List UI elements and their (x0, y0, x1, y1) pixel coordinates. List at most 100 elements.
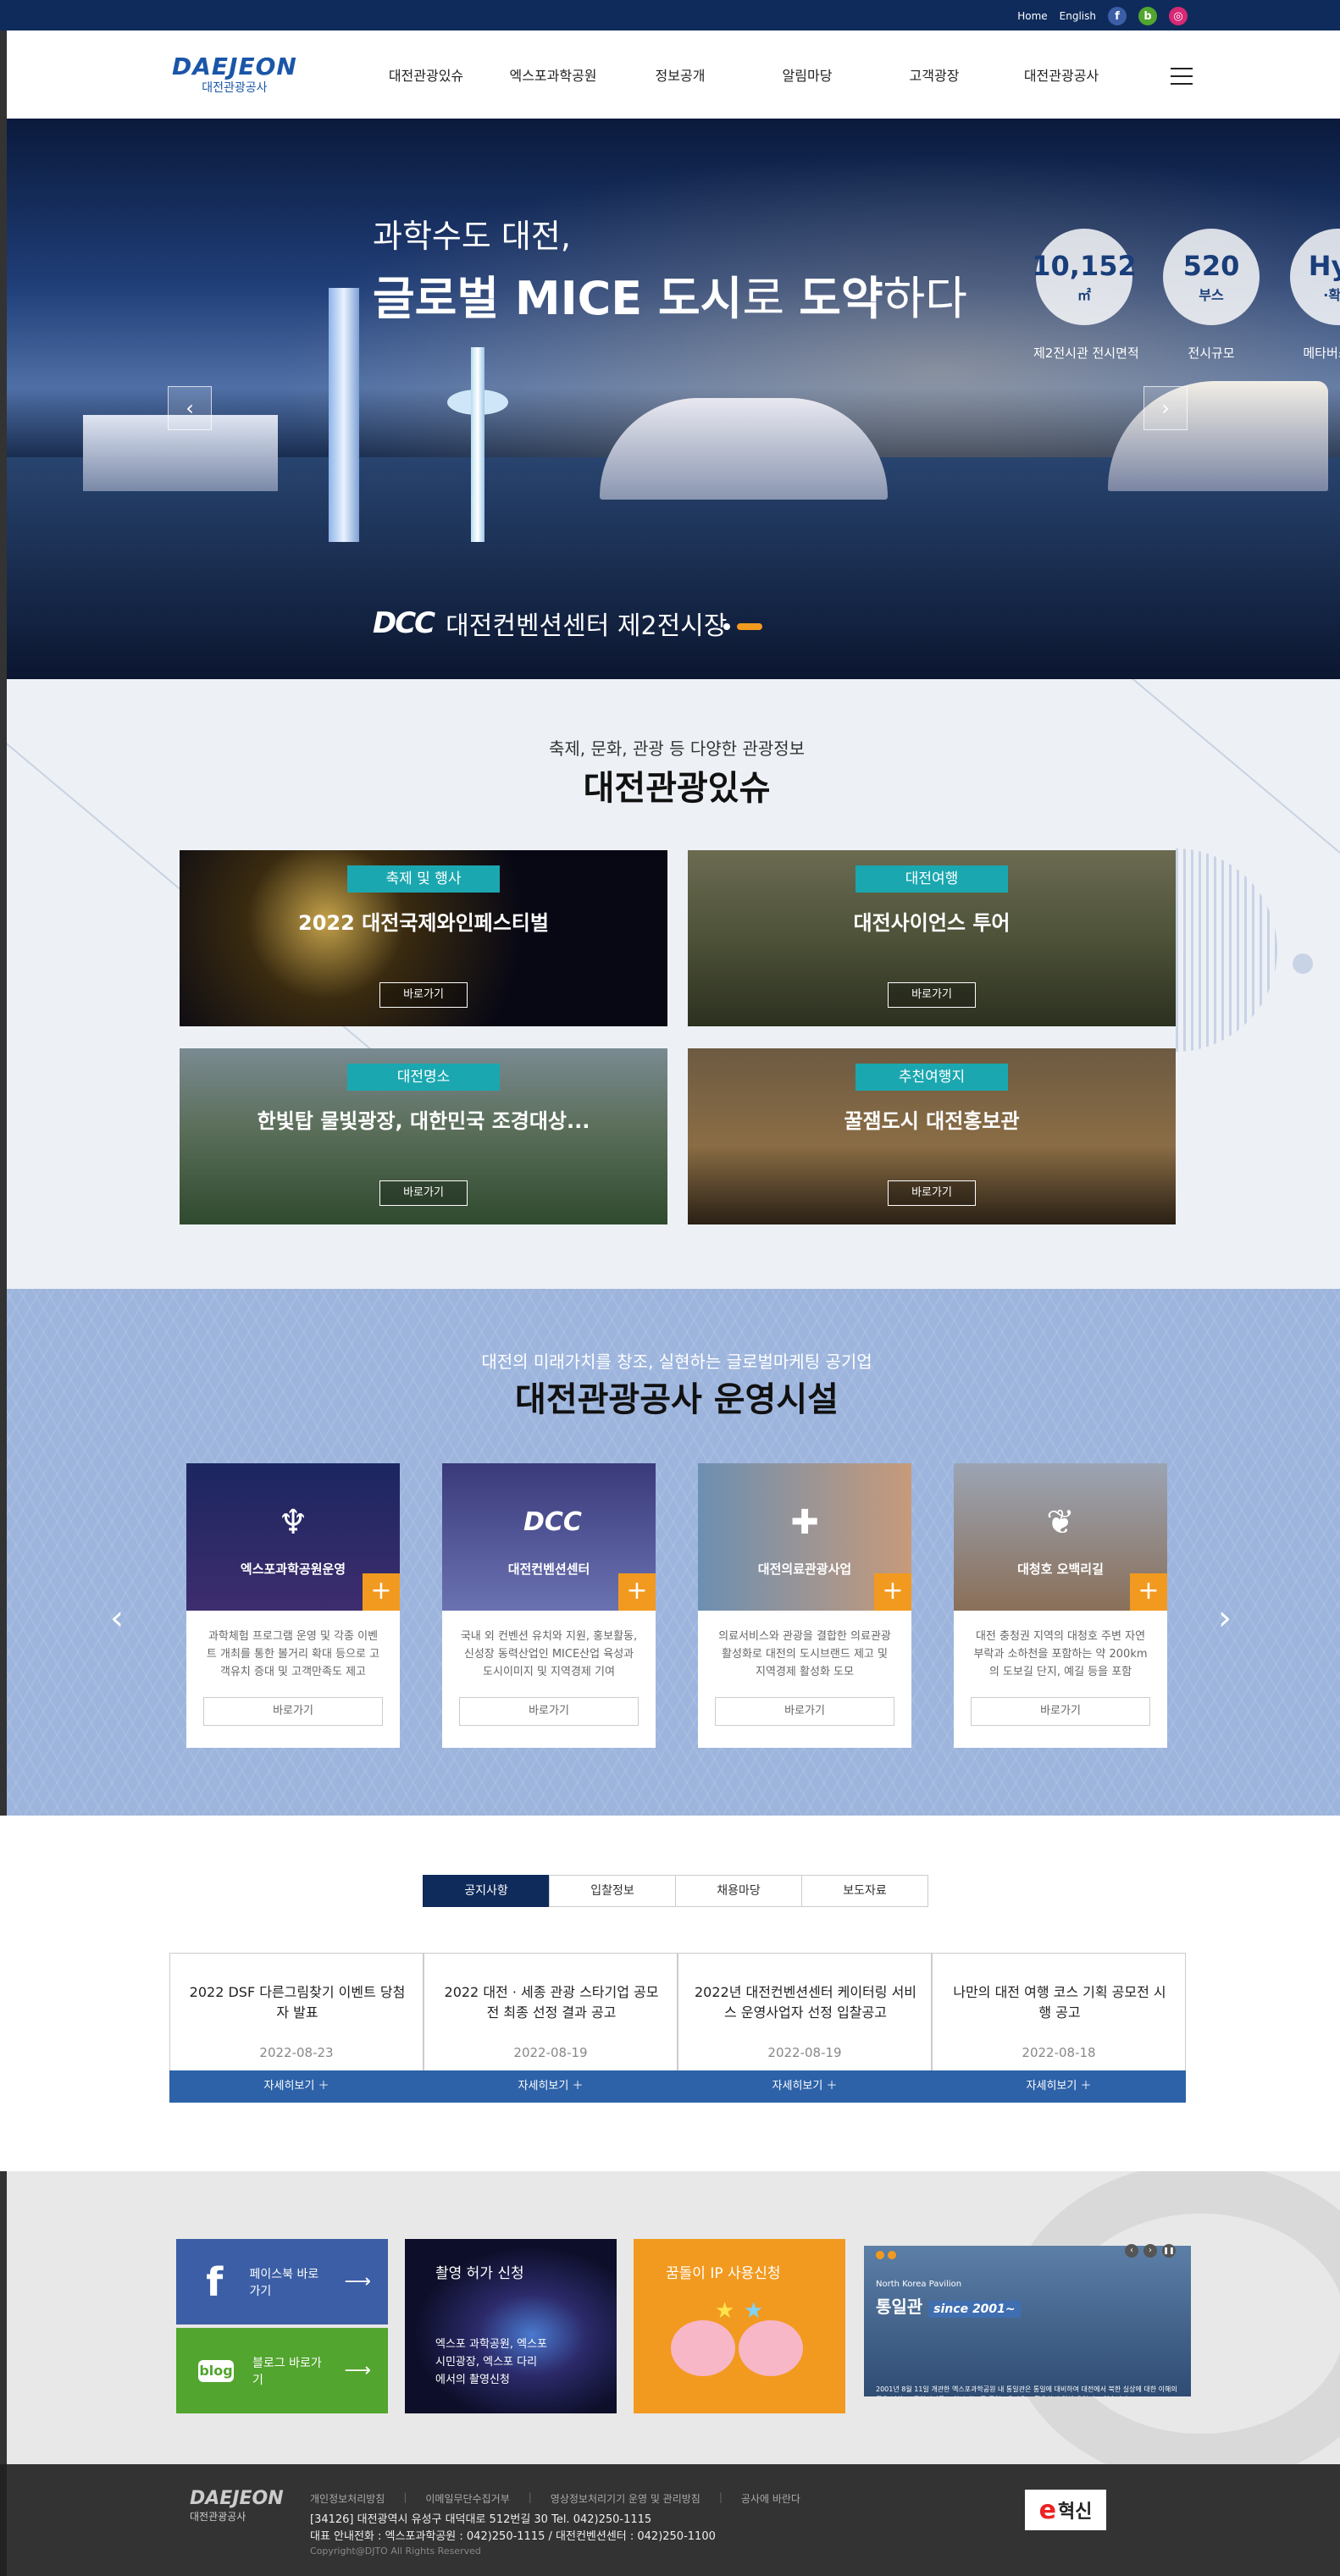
card-go-button[interactable]: 바로가기 (379, 1180, 468, 1206)
hero-stats: 10,152㎡ 제2전시관 전시면적 520부스 전시규모 Hyb·확장 메타버… (1032, 229, 1340, 362)
issue-card-travel[interactable]: 대전여행 대전사이언스 투어 바로가기 (688, 850, 1176, 1026)
nav-item-notice[interactable]: 알림마당 (744, 64, 871, 85)
tab-press[interactable]: 보도자료 (801, 1875, 928, 1907)
facility-go-button[interactable]: 바로가기 (459, 1697, 639, 1726)
facility-card-dcc[interactable]: DCC 대전컨벤션센터 + 국내 외 컨벤션 유치와 지원, 홍보활동, 신성장… (442, 1463, 656, 1748)
tab-notice[interactable]: 공지사항 (423, 1875, 550, 1907)
facilities-subtitle: 대전의 미래가치를 창조, 실현하는 글로벌마케팅 공기업 (481, 1352, 872, 1372)
facilities-prev-arrow[interactable]: ‹ (110, 1599, 124, 1638)
notice-more-button[interactable]: 자세히보기 ＋ (932, 2070, 1186, 2103)
instagram-icon[interactable]: ◎ (1169, 7, 1188, 25)
logo-text-en: DAEJEON (172, 53, 297, 80)
pager-dot-active[interactable] (737, 623, 762, 630)
hero-prev-button[interactable]: ‹ (168, 386, 212, 430)
notice-date: 2022-08-19 (767, 2045, 842, 2060)
footer-logo[interactable]: DAEJEON 대전관광공사 (190, 2488, 284, 2523)
slide-pause-icon[interactable]: ❚❚ (1162, 2244, 1176, 2258)
slide-next-icon[interactable]: › (1143, 2244, 1157, 2258)
hamburger-menu-icon[interactable] (1171, 68, 1193, 85)
hero-pagination[interactable] (723, 623, 762, 630)
tab-recruit[interactable]: 채용마당 (675, 1875, 802, 1907)
facebook-icon: f (206, 2258, 224, 2305)
film-text: 엑스포 과학공원, 엑스포 시민광장, 엑스포 다리 에서의 촬영신청 (435, 2338, 547, 2386)
mascot-right (739, 2320, 803, 2376)
notice-item[interactable]: 2022년 대전컨벤션센터 케이터링 서비스 운영사업자 선정 입찰공고 202… (678, 1953, 932, 2103)
home-link[interactable]: Home (1017, 10, 1047, 22)
plus-icon[interactable]: + (618, 1573, 656, 1611)
footer-link-suggest[interactable]: 공사에 바란다 (741, 2491, 800, 2506)
notice-item[interactable]: 나만의 대전 여행 코스 기획 공모전 시행 공고 2022-08-18 자세히… (932, 1953, 1186, 2103)
issue-title: 대전관광있슈 (583, 769, 771, 808)
site-footer: DAEJEON 대전관광공사 개인정보처리방침 | 이메일무단수집거부 | 영상정보… (0, 2464, 1340, 2576)
hero-headline: 글로벌 MICE 도시로 도약하다 (373, 272, 967, 325)
footer-link-cctv[interactable]: 영상정보처리기기 운영 및 관리방침 (551, 2491, 700, 2506)
issue-card-festival[interactable]: 축제 및 행사 2022 대전국제와인페스티벌 바로가기 (180, 850, 667, 1026)
ip-request-link[interactable]: 꿈돌이 IP 사용신청 ★ ★ (634, 2239, 845, 2413)
nav-item-company[interactable]: 대전관광공사 (998, 64, 1125, 85)
nav-item-issue[interactable]: 대전관광있슈 (363, 64, 490, 85)
deco-dot (1293, 954, 1313, 974)
arrow-right-icon: ⟶ (344, 2271, 371, 2292)
notice-title[interactable]: 나만의 대전 여행 코스 기획 공모전 시행 공고 (948, 1982, 1171, 2023)
plus-icon[interactable]: + (1130, 1573, 1167, 1611)
notice-more-button[interactable]: 자세히보기 ＋ (424, 2070, 678, 2103)
nav-item-customer[interactable]: 고객광장 (871, 64, 998, 85)
slide-dot[interactable] (888, 2251, 896, 2259)
plus-icon[interactable]: + (363, 1573, 400, 1611)
blog-link[interactable]: blog 블로그 바로가기 ⟶ (176, 2328, 388, 2413)
stat-area: 10,152 ㎡ 제2전시관 전시면적 (1032, 229, 1139, 362)
english-link[interactable]: English (1060, 10, 1096, 22)
footer-logo-en: DAEJEON (190, 2488, 284, 2509)
facility-go-button[interactable]: 바로가기 (971, 1697, 1150, 1726)
nav-item-info[interactable]: 정보공개 (617, 64, 744, 85)
card-go-button[interactable]: 바로가기 (379, 982, 468, 1008)
hero-next-button[interactable]: › (1143, 386, 1188, 430)
pavilion-banner[interactable]: North Korea Pavilion 통일관 since 2001~ 200… (864, 2246, 1191, 2396)
notice-more-button[interactable]: 자세히보기 ＋ (169, 2070, 424, 2103)
footer-link-privacy[interactable]: 개인정보처리방침 (310, 2491, 385, 2506)
footer-link-email[interactable]: 이메일무단수집거부 (425, 2491, 509, 2506)
tower-icon: ♆ (278, 1503, 308, 1542)
pager-dot[interactable] (723, 623, 730, 630)
notice-title[interactable]: 2022년 대전컨벤션센터 케이터링 서비스 운영사업자 선정 입찰공고 (694, 1982, 917, 2023)
facility-card-lake[interactable]: ❦ 대청호 오백리길 + 대전 충청권 지역의 대청호 주변 자연부락과 소하천… (954, 1463, 1167, 1748)
notice-item[interactable]: 2022 DSF 다른그림찾기 이벤트 당첨자 발표 2022-08-23 자세… (169, 1953, 424, 2103)
film-title: 촬영 허가 신청 (435, 2265, 524, 2282)
facilities-title: 대전관광공사 운영시설 (515, 1380, 839, 1419)
facebook-link[interactable]: f 페이스북 바로가기 ⟶ (176, 2239, 388, 2324)
issue-subtitle: 축제, 문화, 관광 등 다양한 관광정보 (548, 738, 806, 759)
notice-tabs: 공지사항 입찰정보 채용마당 보도자료 (423, 1875, 928, 1907)
notice-title[interactable]: 2022 대전 · 세종 관광 스타기업 공모전 최종 선정 결과 공고 (440, 1982, 663, 2023)
pavilion-text: 2001년 8월 11일 개관한 엑스포과학공원 내 통일관은 통일에 대비하여… (876, 2385, 1177, 2396)
notice-title[interactable]: 2022 DSF 다른그림찾기 이벤트 당첨자 발표 (185, 1982, 409, 2023)
slide-dot[interactable] (876, 2251, 884, 2259)
card-go-button[interactable]: 바로가기 (888, 1180, 976, 1206)
card-go-button[interactable]: 바로가기 (888, 982, 976, 1008)
facility-card-medical[interactable]: ✚ 대전의료관광사업 + 의료서비스와 관광을 결합한 의료관광 활성화로 대전… (698, 1463, 911, 1748)
notice-date: 2022-08-18 (1022, 2045, 1096, 2060)
slide-prev-icon[interactable]: ‹ (1125, 2244, 1138, 2258)
facilities-section: 대전의 미래가치를 창조, 실현하는 글로벌마케팅 공기업 대전관광공사 운영시… (0, 1289, 1340, 1816)
facebook-icon[interactable]: f (1108, 7, 1127, 25)
card-title: 한빛탑 물빛광장, 대한민국 조경대상... (257, 1109, 590, 1133)
slide-controls: ‹ › ❚❚ (1125, 2244, 1176, 2258)
ip-title: 꿈돌이 IP 사용신청 (666, 2265, 781, 2282)
facility-go-button[interactable]: 바로가기 (203, 1697, 383, 1726)
tab-bid[interactable]: 입찰정보 (549, 1875, 676, 1907)
site-header: DAEJEON 대전관광공사 대전관광있슈 엑스포과학공원 정보공개 알림마당 … (0, 30, 1340, 119)
card-tag: 대전여행 (855, 865, 1008, 893)
notice-item[interactable]: 2022 대전 · 세종 관광 스타기업 공모전 최종 선정 결과 공고 202… (424, 1953, 678, 2103)
facilities-next-arrow[interactable]: › (1218, 1599, 1232, 1638)
blog-icon[interactable]: b (1138, 7, 1157, 25)
footer-copyright: Copyright@DJTO All Rights Reserved (310, 2546, 481, 2557)
notice-more-button[interactable]: 자세히보기 ＋ (678, 2070, 932, 2103)
film-permit-link[interactable]: 촬영 허가 신청 엑스포 과학공원, 엑스포 시민광장, 엑스포 다리 에서의 … (405, 2239, 617, 2413)
issue-card-spot[interactable]: 대전명소 한빛탑 물빛광장, 대한민국 조경대상... 바로가기 (180, 1048, 667, 1224)
plus-icon[interactable]: + (874, 1573, 911, 1611)
facility-go-button[interactable]: 바로가기 (715, 1697, 894, 1726)
quick-links-section: f 페이스북 바로가기 ⟶ blog 블로그 바로가기 ⟶ 촬영 허가 신청 엑… (0, 2171, 1340, 2464)
site-logo[interactable]: DAEJEON 대전관광공사 (172, 53, 297, 96)
issue-card-recommend[interactable]: 추천여행지 꿀잼도시 대전홍보관 바로가기 (688, 1048, 1176, 1224)
facility-card-expo[interactable]: ♆ 엑스포과학공원운영 + 과학체험 프로그램 운영 및 각종 이벤트 개최를 … (186, 1463, 400, 1748)
nav-item-expo[interactable]: 엑스포과학공원 (490, 64, 617, 85)
